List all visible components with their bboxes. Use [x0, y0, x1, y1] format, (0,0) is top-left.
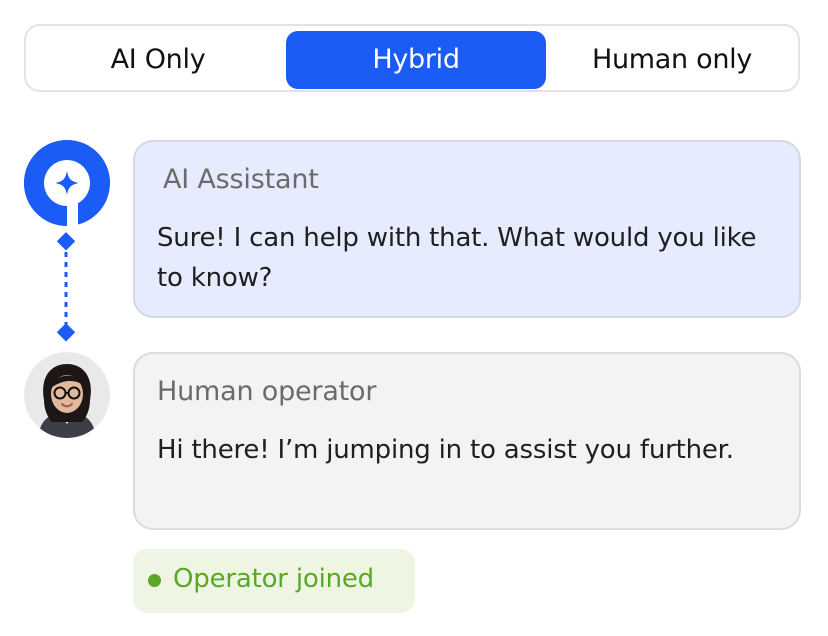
operator-status-badge: Operator joined — [133, 549, 415, 613]
message-text: Hi there! I’m jumping in to assist you f… — [157, 435, 734, 465]
mode-selector: AI Only Hybrid Human only — [24, 24, 800, 92]
human-message-bubble: Human operator Hi there! I’m jumping in … — [133, 352, 801, 530]
mode-option-ai-only[interactable]: AI Only — [30, 31, 286, 89]
status-dot-icon — [148, 574, 161, 587]
message-text: Sure! I can help with that. What would y… — [157, 223, 757, 293]
message-sender: Human operator — [157, 376, 377, 407]
human-operator-avatar — [24, 352, 110, 438]
message-sender: AI Assistant — [163, 164, 319, 195]
ai-message-bubble: AI Assistant Sure! I can help with that.… — [133, 140, 801, 318]
thread-connector — [54, 232, 78, 344]
mode-option-human-only[interactable]: Human only — [546, 31, 798, 89]
ai-assistant-logo-icon — [24, 140, 110, 226]
mode-option-hybrid[interactable]: Hybrid — [286, 31, 546, 89]
status-text: Operator joined — [173, 564, 374, 594]
